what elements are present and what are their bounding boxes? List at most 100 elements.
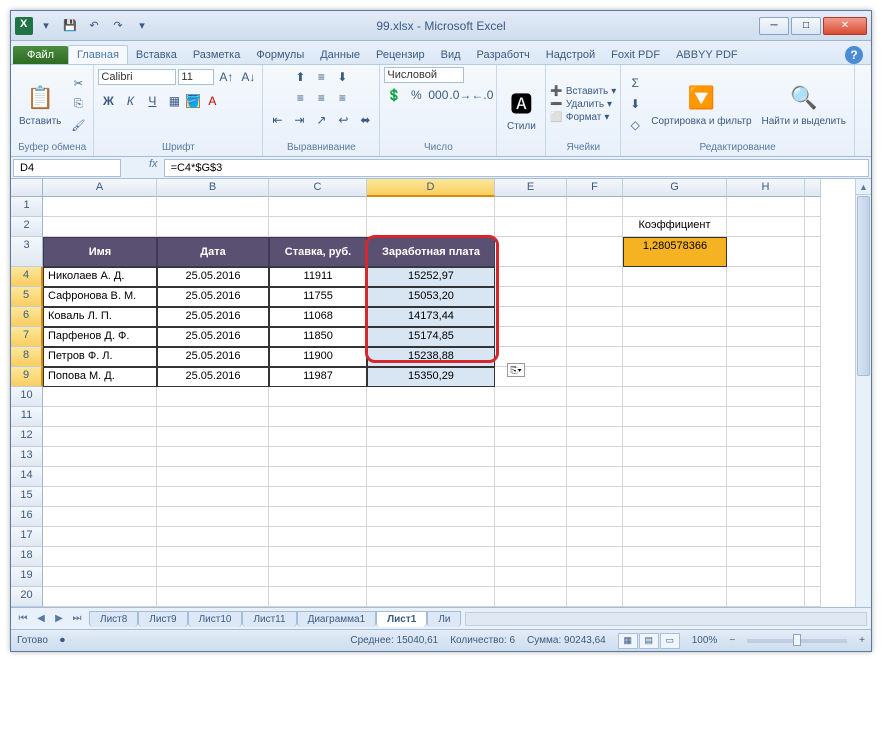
cell[interactable] (367, 487, 495, 507)
cell[interactable] (727, 427, 805, 447)
redo-button[interactable]: ↷ (107, 15, 129, 37)
cell[interactable] (805, 507, 821, 527)
cell[interactable] (43, 487, 157, 507)
cell[interactable] (495, 287, 567, 307)
cell[interactable] (567, 407, 623, 427)
help-icon[interactable]: ? (845, 46, 863, 64)
decrease-decimal-icon[interactable]: ←.0 (472, 85, 492, 105)
cell[interactable] (269, 547, 367, 567)
sheet-tab[interactable]: Лист8 (89, 611, 138, 627)
align-right-icon[interactable]: ≡ (332, 88, 352, 108)
orientation-icon[interactable]: ↗ (311, 110, 331, 130)
border-button[interactable]: ▦ (164, 91, 184, 111)
cell-name[interactable]: Парфенов Д. Ф. (43, 327, 157, 347)
cell-rate[interactable]: 11068 (269, 307, 367, 327)
sheet-tab[interactable]: Лист1 (376, 611, 427, 627)
fx-icon[interactable]: fx (149, 158, 158, 178)
cell-date[interactable]: 25.05.2016 (157, 347, 269, 367)
cell[interactable] (269, 527, 367, 547)
cell[interactable] (623, 287, 727, 307)
cell[interactable] (567, 567, 623, 587)
column-header[interactable]: E (495, 179, 567, 197)
cell[interactable] (567, 507, 623, 527)
cell[interactable] (157, 467, 269, 487)
coefficient-label[interactable]: Коэффициент (623, 217, 727, 237)
sheet-tab[interactable]: Ли (427, 611, 461, 627)
cell[interactable] (727, 527, 805, 547)
underline-button[interactable]: Ч (142, 91, 162, 111)
zoom-in-icon[interactable]: + (859, 635, 865, 646)
cell[interactable] (623, 467, 727, 487)
zoom-level[interactable]: 100% (692, 635, 718, 646)
row-header[interactable]: 10 (11, 387, 43, 407)
cell[interactable] (495, 307, 567, 327)
cell[interactable] (367, 217, 495, 237)
cell[interactable] (727, 447, 805, 467)
cell[interactable] (623, 527, 727, 547)
row-header[interactable]: 18 (11, 547, 43, 567)
insert-cells-button[interactable]: ➕ Вставить ▾ (550, 86, 616, 97)
cell[interactable] (495, 267, 567, 287)
tab-addins[interactable]: Надстрой (538, 46, 603, 64)
cell[interactable] (567, 427, 623, 447)
cell[interactable] (269, 197, 367, 217)
cell[interactable] (367, 507, 495, 527)
row-header[interactable]: 5 (11, 287, 43, 307)
sheet-tab[interactable]: Лист10 (188, 611, 243, 627)
tab-data[interactable]: Данные (312, 46, 368, 64)
cell[interactable] (727, 327, 805, 347)
cell[interactable] (495, 507, 567, 527)
view-layout-icon[interactable]: ▤ (639, 633, 659, 649)
undo-button[interactable]: ↶ (83, 15, 105, 37)
cell[interactable] (495, 567, 567, 587)
cell[interactable] (567, 447, 623, 467)
row-header[interactable]: 11 (11, 407, 43, 427)
cell[interactable] (495, 347, 567, 367)
cell[interactable] (367, 197, 495, 217)
cell[interactable] (367, 567, 495, 587)
cell[interactable] (157, 547, 269, 567)
cell[interactable] (805, 347, 821, 367)
cell[interactable] (727, 267, 805, 287)
column-header[interactable]: D (367, 179, 495, 197)
column-header[interactable]: H (727, 179, 805, 197)
cell[interactable] (269, 587, 367, 607)
cell[interactable] (805, 217, 821, 237)
row-header[interactable]: 20 (11, 587, 43, 607)
sheet-tab[interactable]: Лист11 (242, 611, 296, 627)
cell[interactable] (43, 427, 157, 447)
cell[interactable] (805, 487, 821, 507)
cell[interactable] (805, 387, 821, 407)
column-header[interactable]: B (157, 179, 269, 197)
cell[interactable] (623, 447, 727, 467)
cell[interactable] (805, 587, 821, 607)
clear-icon[interactable]: ◇ (625, 115, 645, 135)
cell[interactable] (367, 467, 495, 487)
align-middle-icon[interactable]: ≡ (311, 67, 331, 87)
cell[interactable] (157, 507, 269, 527)
cut-button[interactable]: ✂ (67, 73, 89, 93)
cell[interactable] (567, 307, 623, 327)
cell[interactable] (805, 197, 821, 217)
cell[interactable] (567, 387, 623, 407)
row-header[interactable]: 16 (11, 507, 43, 527)
cell[interactable] (567, 237, 623, 267)
cell-salary[interactable]: 15053,20 (367, 287, 495, 307)
qat-dropdown[interactable]: ▾ (35, 15, 57, 37)
row-header[interactable]: 13 (11, 447, 43, 467)
format-cells-button[interactable]: ⬜ Формат ▾ (550, 112, 616, 123)
decrease-font-icon[interactable]: A↓ (238, 67, 258, 87)
vertical-scrollbar[interactable]: ▲ (855, 179, 871, 607)
cell[interactable] (567, 287, 623, 307)
cell[interactable] (805, 327, 821, 347)
cell[interactable] (623, 327, 727, 347)
cell[interactable] (43, 197, 157, 217)
cell[interactable] (269, 217, 367, 237)
cell[interactable] (623, 487, 727, 507)
font-name-combo[interactable] (98, 69, 176, 85)
cell[interactable] (805, 467, 821, 487)
cell-name[interactable]: Коваль Л. П. (43, 307, 157, 327)
cell-rate[interactable]: 11755 (269, 287, 367, 307)
align-top-icon[interactable]: ⬆ (290, 67, 310, 87)
tab-nav-first[interactable]: ⏮ (15, 611, 31, 627)
